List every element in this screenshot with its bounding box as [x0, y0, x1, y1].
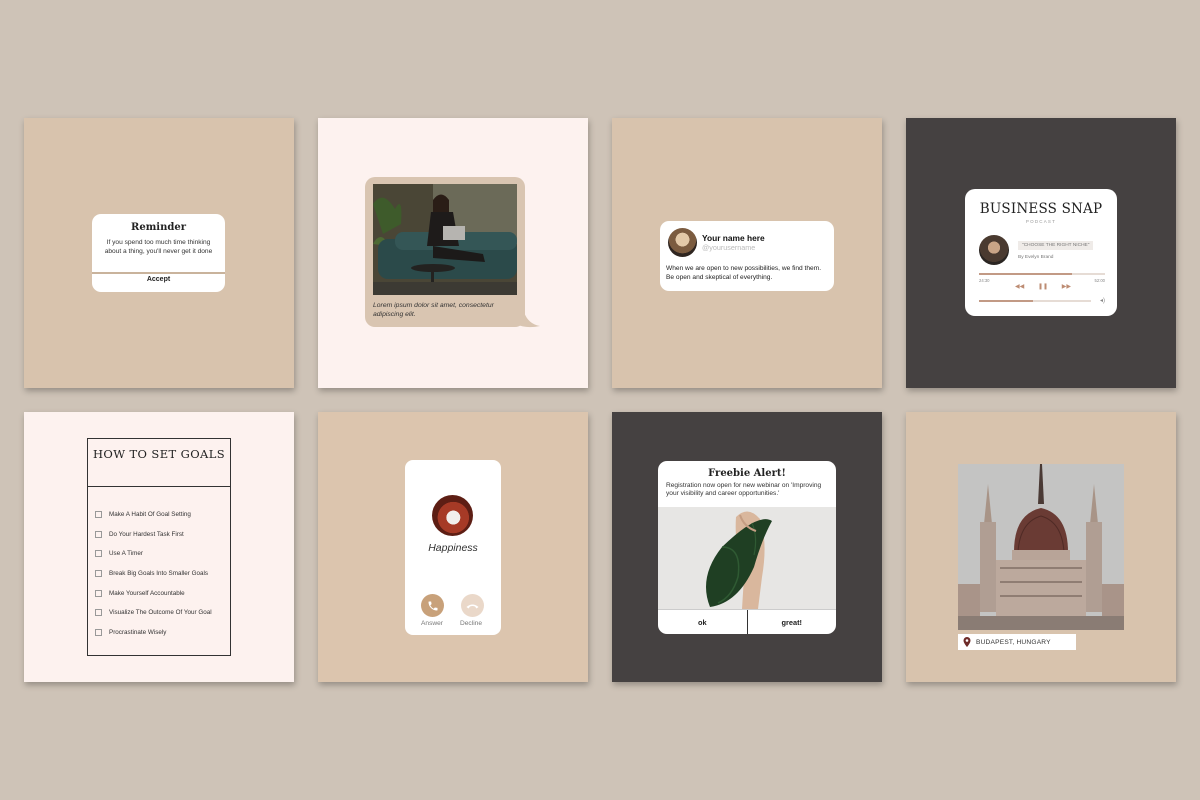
- location-pin-icon: [963, 637, 971, 647]
- woman-laptop-photo: [373, 184, 517, 295]
- podcast-player: BUSINESS SNAP PODCAST "CHOOSE THE RIGHT …: [965, 189, 1117, 316]
- caller-avatar: [432, 495, 473, 536]
- goal-label: Break Big Goals Into Smaller Goals: [109, 570, 209, 578]
- progress-fill: [979, 273, 1073, 275]
- checkbox[interactable]: [95, 570, 102, 578]
- goals-card: HOW TO SET GOALS Make A Habit Of Goal Se…: [24, 412, 294, 682]
- checkbox[interactable]: [95, 589, 102, 597]
- goal-item: Break Big Goals Into Smaller Goals: [88, 564, 230, 584]
- photo-bubble-card: Lorem ipsum dolor sit amet, consectetur …: [318, 118, 588, 388]
- podcast-title: BUSINESS SNAP: [979, 201, 1103, 217]
- goal-item: Make Yourself Accountable: [88, 583, 230, 603]
- caller-name: Happiness: [428, 542, 478, 554]
- avatar: [668, 228, 697, 257]
- rewind-icon[interactable]: ◀◀: [1015, 283, 1024, 290]
- freebie-card: Freebie Alert! Registration now open for…: [612, 412, 882, 682]
- fast-forward-icon[interactable]: ▶▶: [1062, 283, 1071, 290]
- goals-list: Make A Habit Of Goal Setting Do Your Har…: [88, 505, 230, 642]
- call-card: Happiness Answer Decline: [318, 412, 588, 682]
- goal-item: Procrastinate Wisely: [88, 623, 230, 643]
- goal-item: Do Your Hardest Task First: [88, 525, 230, 545]
- goal-label: Visualize The Outcome Of Your Goal: [109, 609, 212, 617]
- time-total: 52:00: [1094, 278, 1105, 283]
- progress-bar[interactable]: [979, 273, 1105, 275]
- volume-fill: [979, 300, 1033, 302]
- location-card: BUDAPEST, HUNGARY: [906, 412, 1176, 682]
- phone-hangup-icon: [466, 604, 479, 608]
- location-label: BUDAPEST, HUNGARY: [976, 638, 1051, 646]
- podcast-card: BUSINESS SNAP PODCAST "CHOOSE THE RIGHT …: [906, 118, 1176, 388]
- episode-title: "CHOOSE THE RIGHT NICHE": [1018, 241, 1094, 250]
- reminder-popup: Reminder If you spend too much time thin…: [92, 214, 225, 292]
- goal-label: Do Your Hardest Task First: [109, 530, 184, 538]
- answer-button[interactable]: [421, 594, 444, 617]
- volume-bar[interactable]: [979, 300, 1091, 302]
- answer-label: Answer: [421, 620, 443, 627]
- episode-author: By Evelyn Brand: [1018, 255, 1054, 260]
- goals-checklist: HOW TO SET GOALS Make A Habit Of Goal Se…: [87, 438, 231, 656]
- tweet-card: Your name here @yourusername When we are…: [612, 118, 882, 388]
- bubble-caption: Lorem ipsum dolor sit amet, consectetur …: [373, 302, 494, 318]
- tweet-username: @yourusername: [702, 243, 756, 252]
- playback-controls: ◀◀ ❚❚ ▶▶: [1015, 283, 1071, 290]
- reminder-card: Reminder If you spend too much time thin…: [24, 118, 294, 388]
- pause-icon[interactable]: ❚❚: [1038, 283, 1048, 290]
- checkbox[interactable]: [95, 511, 102, 519]
- freebie-popup: Freebie Alert! Registration now open for…: [658, 461, 836, 634]
- ok-button[interactable]: ok: [658, 610, 747, 634]
- phone-icon: [428, 601, 437, 610]
- checkbox[interactable]: [95, 628, 102, 636]
- checkbox[interactable]: [95, 530, 102, 538]
- location-label-bar: BUDAPEST, HUNGARY: [958, 634, 1076, 650]
- goal-label: Procrastinate Wisely: [109, 628, 167, 636]
- goal-label: Make A Habit Of Goal Setting: [109, 511, 191, 519]
- call-screen: Happiness Answer Decline: [405, 460, 501, 635]
- freebie-buttons: ok great!: [658, 609, 836, 634]
- hand-leaf-photo: [658, 507, 836, 609]
- divider: [92, 272, 225, 274]
- host-avatar: [979, 235, 1009, 265]
- tweet-box: Your name here @yourusername When we are…: [660, 221, 834, 291]
- chat-bubble: Lorem ipsum dolor sit amet, consectetur …: [365, 177, 525, 327]
- freebie-body: Registration now open for new webinar on…: [666, 482, 822, 497]
- accept-button[interactable]: Accept: [92, 276, 225, 283]
- reminder-title: Reminder: [131, 222, 186, 233]
- checkbox[interactable]: [95, 609, 102, 617]
- bubble-tail: [516, 312, 540, 328]
- goal-item: Use A Timer: [88, 544, 230, 564]
- volume-icon[interactable]: ◂): [1100, 297, 1105, 304]
- freebie-title: Freebie Alert!: [708, 468, 786, 479]
- goal-label: Make Yourself Accountable: [109, 589, 185, 597]
- goal-item: Make A Habit Of Goal Setting: [88, 505, 230, 525]
- tweet-body: When we are open to new possibilities, w…: [666, 265, 822, 281]
- great-button[interactable]: great!: [746, 610, 837, 634]
- podcast-subtitle: PODCAST: [1025, 219, 1057, 224]
- checkbox[interactable]: [95, 550, 102, 558]
- goals-title: HOW TO SET GOALS: [88, 439, 230, 487]
- time-elapsed: 24:30: [979, 278, 990, 283]
- parliament-photo: [958, 464, 1124, 630]
- reminder-message: If you spend too much time thinking abou…: [104, 239, 213, 255]
- decline-label: Decline: [460, 620, 482, 627]
- decline-button[interactable]: [461, 594, 484, 617]
- goal-label: Use A Timer: [109, 550, 143, 558]
- goal-item: Visualize The Outcome Of Your Goal: [88, 603, 230, 623]
- tweet-name: Your name here: [702, 233, 765, 243]
